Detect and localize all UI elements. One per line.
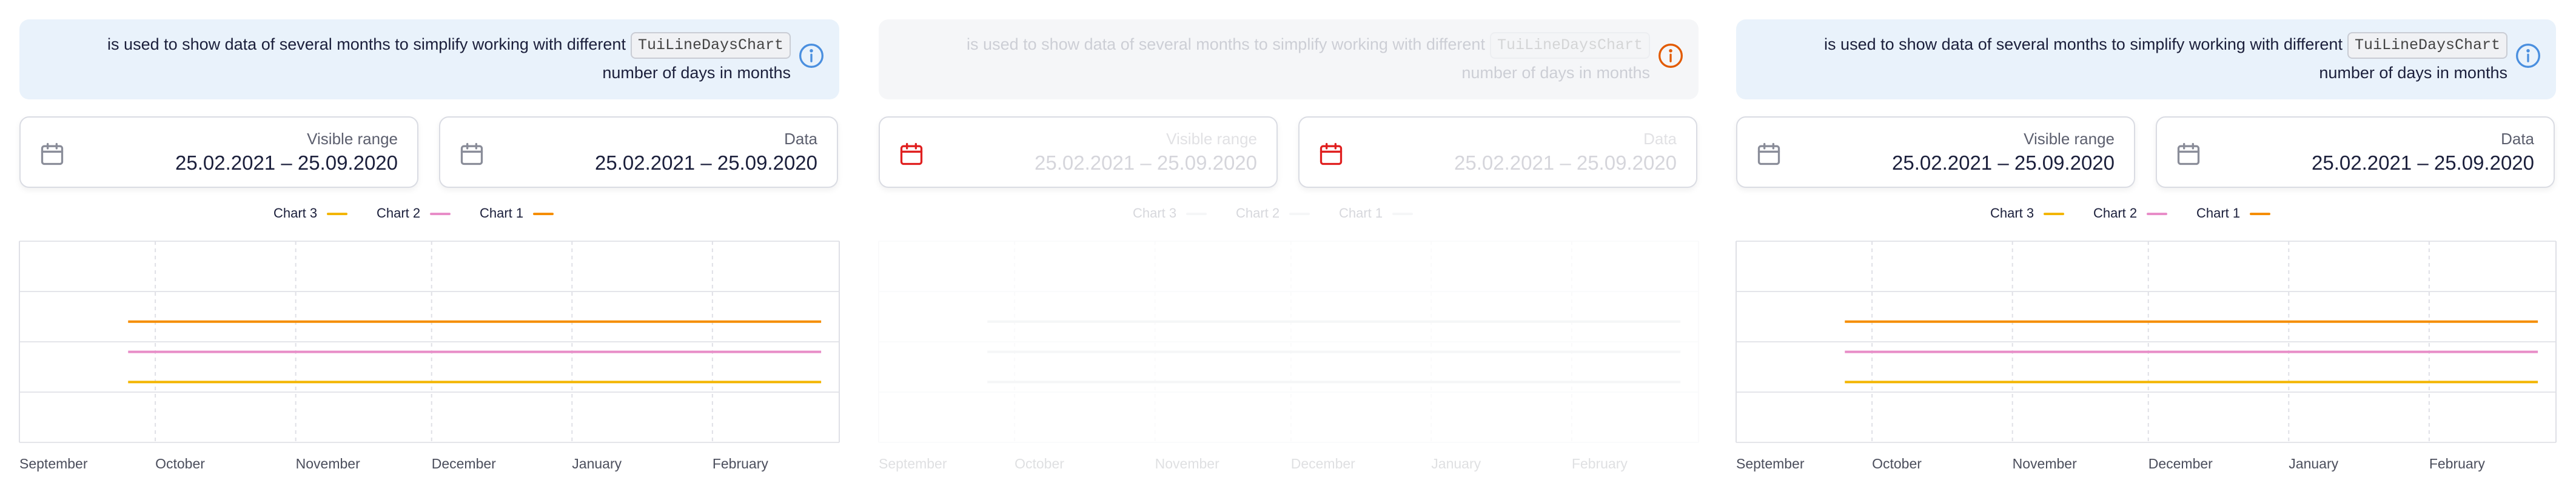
visible-range-field[interactable]: Visible range 25.02.2021 – 25.09.2020 xyxy=(1736,116,2135,188)
x-axis-label: October xyxy=(155,456,205,471)
notification-text: is used to show data of several months t… xyxy=(903,30,1650,59)
legend-item: Chart 1 xyxy=(2196,205,2241,221)
notification-line-1: is used to show data of several months t… xyxy=(107,35,626,53)
legend-item: Chart 3 xyxy=(273,205,318,221)
x-axis-label: December xyxy=(2148,456,2213,471)
chart-legend: Chart 3 Chart 2 Chart 1 xyxy=(0,205,857,222)
x-axis-label: October xyxy=(1015,456,1064,471)
x-axis-label: December xyxy=(1290,456,1355,471)
notification-text: is used to show data of several months t… xyxy=(1760,30,2507,59)
legend-swatch xyxy=(2044,213,2064,215)
field-value: 25.02.2021 – 25.09.2020 xyxy=(1891,152,2115,174)
x-axis-label: February xyxy=(712,456,768,471)
x-axis-label: September xyxy=(1736,456,1805,471)
field-label: Data xyxy=(784,130,817,148)
x-axis-label: November xyxy=(2012,456,2077,471)
x-axis-label: November xyxy=(295,456,360,471)
notification-line-2: number of days in months xyxy=(2319,63,2507,82)
legend-swatch xyxy=(1289,213,1310,215)
demo-panel-disabled: is used to show data of several months t… xyxy=(859,0,1716,503)
x-axis-label: February xyxy=(2429,456,2485,471)
legend-swatch xyxy=(1186,213,1207,215)
notification-line-1: is used to show data of several months t… xyxy=(967,35,1485,53)
legend-item: Chart 1 xyxy=(1339,205,1383,221)
data-range-field[interactable]: Data 25.02.2021 – 25.09.2020 xyxy=(2156,116,2555,188)
legend-item: Chart 3 xyxy=(1133,205,1177,221)
field-value: 25.02.2021 – 25.09.2020 xyxy=(594,152,817,174)
legend-item: Chart 2 xyxy=(377,205,421,221)
legend-swatch xyxy=(327,213,347,215)
data-range-field[interactable]: Data 25.02.2021 – 25.09.2020 xyxy=(1298,116,1697,188)
chart-legend: Chart 3 Chart 2 Chart 1 xyxy=(1717,205,2574,222)
notification-box: is used to show data of several months t… xyxy=(19,19,839,99)
code-chip: TuiLineDaysChart xyxy=(630,32,791,59)
info-icon[interactable] xyxy=(798,42,825,69)
field-label: Data xyxy=(2501,130,2534,148)
x-axis-label: January xyxy=(572,456,622,471)
field-label: Visible range xyxy=(1166,130,1257,148)
legend-item: Chart 1 xyxy=(480,205,524,221)
line-days-chart[interactable] xyxy=(878,241,1699,443)
legend-swatch xyxy=(2250,213,2270,215)
info-icon[interactable] xyxy=(2515,42,2541,69)
legend-item: Chart 2 xyxy=(1236,205,1280,221)
notification-line-2: number of days in months xyxy=(602,63,791,82)
field-value: 25.02.2021 – 25.09.2020 xyxy=(1034,152,1257,174)
calendar-icon[interactable] xyxy=(458,141,485,167)
x-axis-label: January xyxy=(1431,456,1481,471)
notification-box: is used to show data of several months t… xyxy=(1736,19,2556,99)
notification-text: is used to show data of several months t… xyxy=(44,30,791,59)
calendar-icon[interactable] xyxy=(1318,141,1344,167)
legend-swatch xyxy=(430,213,451,215)
x-axis-label: October xyxy=(1872,456,1922,471)
field-label: Visible range xyxy=(307,130,398,148)
x-axis-label: September xyxy=(19,456,88,471)
calendar-icon[interactable] xyxy=(39,141,65,167)
line-days-chart[interactable] xyxy=(1736,241,2557,443)
legend-item: Chart 3 xyxy=(1990,205,2034,221)
line-days-chart[interactable] xyxy=(19,241,840,443)
data-range-field[interactable]: Data 25.02.2021 – 25.09.2020 xyxy=(439,116,838,188)
x-axis-label: November xyxy=(1155,456,1219,471)
legend-swatch xyxy=(1392,213,1413,215)
field-label: Visible range xyxy=(2024,130,2115,148)
x-axis-label: February xyxy=(1571,456,1628,471)
x-axis-label: December xyxy=(431,456,496,471)
visible-range-field[interactable]: Visible range 25.02.2021 – 25.09.2020 xyxy=(879,116,1278,188)
legend-swatch xyxy=(533,213,554,215)
calendar-icon[interactable] xyxy=(2175,141,2202,167)
field-value: 25.02.2021 – 25.09.2020 xyxy=(1454,152,1677,174)
demo-panel-normal-2: is used to show data of several months t… xyxy=(1717,0,2574,503)
x-axis-label: September xyxy=(879,456,947,471)
legend-item: Chart 2 xyxy=(2093,205,2138,221)
x-axis-label: January xyxy=(2289,456,2339,471)
legend-swatch xyxy=(2147,213,2167,215)
calendar-icon[interactable] xyxy=(1756,141,1782,167)
visible-range-field[interactable]: Visible range 25.02.2021 – 25.09.2020 xyxy=(19,116,418,188)
notification-box: is used to show data of several months t… xyxy=(879,19,1699,99)
chart-legend: Chart 3 Chart 2 Chart 1 xyxy=(859,205,1716,222)
demo-panel-normal: is used to show data of several months t… xyxy=(0,0,857,503)
field-value: 25.02.2021 – 25.09.2020 xyxy=(2311,152,2534,174)
calendar-icon[interactable] xyxy=(898,141,925,167)
notification-line-1: is used to show data of several months t… xyxy=(1824,35,2343,53)
info-icon[interactable] xyxy=(1657,42,1684,69)
code-chip: TuiLineDaysChart xyxy=(2347,32,2507,59)
code-chip: TuiLineDaysChart xyxy=(1489,32,1650,59)
field-label: Data xyxy=(1643,130,1677,148)
notification-line-2: number of days in months xyxy=(1461,63,1650,82)
field-value: 25.02.2021 – 25.09.2020 xyxy=(175,152,398,174)
